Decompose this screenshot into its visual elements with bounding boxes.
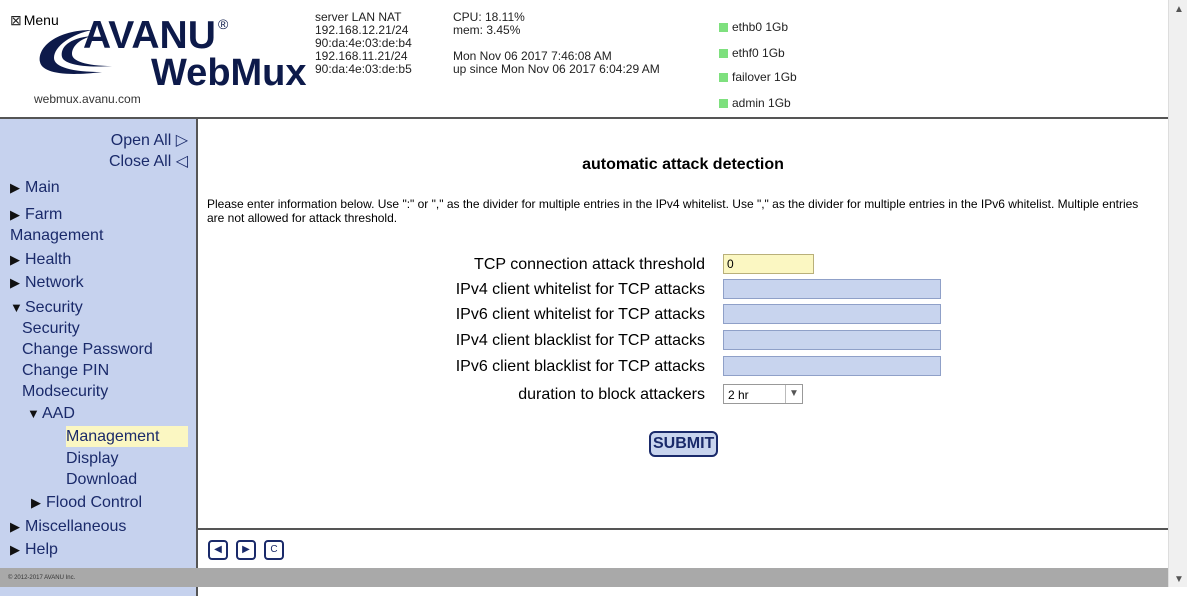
status-led-icon <box>719 72 728 82</box>
page-description: Please enter information below. Use ":" … <box>207 197 1139 225</box>
logo-registered-mark: ® <box>218 16 229 32</box>
duration-row: duration to block attackers 2 hr ▼ <box>198 384 1168 406</box>
ipv4-whitelist-input[interactable] <box>723 279 941 299</box>
close-all-link[interactable]: Close All ◁ <box>109 151 188 171</box>
expand-triangle-icon: ▶ <box>10 542 20 557</box>
chevron-down-icon[interactable]: ▼ <box>785 385 802 403</box>
checkbox-x-icon[interactable]: ⊠ <box>10 12 22 28</box>
collapse-triangle-icon: ▼ <box>27 406 40 421</box>
main-content: automatic attack detection Please enter … <box>198 119 1168 528</box>
bottom-nav-bar: ◀ ▶ C <box>198 528 1168 568</box>
threshold-label: TCP connection attack threshold <box>474 256 705 273</box>
threshold-row: TCP connection attack threshold <box>198 254 1168 276</box>
ipv4-blacklist-label: IPv4 client blacklist for TCP attacks <box>455 332 705 349</box>
sidebar-item-main[interactable]: ▶ Main <box>10 177 190 198</box>
sidebar-item-farm-management: Management <box>10 227 104 244</box>
expand-triangle-icon: ▶ <box>10 180 20 195</box>
ipv6-whitelist-label: IPv6 client whitelist for TCP attacks <box>455 306 705 323</box>
ipv6-whitelist-row: IPv6 client whitelist for TCP attacks <box>198 304 1168 326</box>
sidebar: Open All ▷ Close All ◁ ▶ Main ▶ Farm Manag… <box>0 119 198 596</box>
expand-triangle-icon: ▶ <box>10 252 20 267</box>
sidebar-subitem-security[interactable]: Security <box>22 318 80 339</box>
sidebar-subitem-change-password[interactable]: Change Password <box>22 339 153 360</box>
sidebar-item-miscellaneous[interactable]: ▶ Miscellaneous <box>10 516 190 537</box>
ipv6-blacklist-label: IPv6 client blacklist for TCP attacks <box>455 358 705 375</box>
ipv4-blacklist-input[interactable] <box>723 330 941 350</box>
ipv4-whitelist-row: IPv4 client whitelist for TCP attacks <box>198 279 1168 301</box>
header: ⊠ Menu AVANU ® WebMux webmux.avanu.com s… <box>0 0 1168 119</box>
duration-value: 2 hr <box>728 388 749 402</box>
status-led-icon <box>719 48 728 58</box>
expand-triangle-icon: ▶ <box>10 519 20 534</box>
interface-label: failover 1Gb <box>732 70 797 84</box>
sidebar-subitem-change-pin[interactable]: Change PIN <box>22 360 109 381</box>
expand-triangle-icon: ▶ <box>10 275 20 290</box>
collapse-triangle-icon: ▼ <box>10 300 23 315</box>
sidebar-item-farm[interactable]: ▶ Farm Management <box>10 204 190 246</box>
refresh-icon[interactable]: C <box>264 540 284 560</box>
interface-label: admin 1Gb <box>732 96 791 110</box>
ipv4-blacklist-row: IPv4 client blacklist for TCP attacks <box>198 330 1168 352</box>
interface-ethb0: ethb0 1Gb <box>719 20 788 34</box>
logo-product: WebMux <box>151 52 307 94</box>
interface-ethf0: ethf0 1Gb <box>719 46 785 60</box>
interface-admin: admin 1Gb <box>719 96 791 110</box>
sidebar-subitem-aad[interactable]: ▼ AAD <box>27 403 75 424</box>
ipv4-whitelist-label: IPv4 client whitelist for TCP attacks <box>455 281 705 298</box>
copyright-text: © 2012-2017 AVANU Inc. <box>8 575 76 581</box>
sidebar-subitem-modsecurity[interactable]: Modsecurity <box>22 381 108 402</box>
interface-label: ethf0 1Gb <box>732 46 785 60</box>
sidebar-subitem-aad-download[interactable]: Download <box>66 469 137 490</box>
duration-label: duration to block attackers <box>518 386 705 403</box>
back-arrow-icon[interactable]: ◀ <box>208 540 228 560</box>
threshold-input[interactable] <box>723 254 814 274</box>
footer: © 2012-2017 AVANU Inc. <box>0 568 1168 587</box>
vertical-scrollbar[interactable]: ▲ ▼ <box>1168 0 1187 587</box>
interface-failover: failover 1Gb <box>719 70 797 84</box>
sidebar-item-health[interactable]: ▶ Health <box>10 249 190 270</box>
duration-select[interactable]: 2 hr ▼ <box>723 384 803 404</box>
sidebar-item-network[interactable]: ▶ Network <box>10 272 190 293</box>
submit-button[interactable]: SUBMIT <box>649 431 719 457</box>
sidebar-subitem-aad-management[interactable]: Management <box>66 426 188 447</box>
sidebar-item-help[interactable]: ▶ Help <box>10 539 190 560</box>
sidebar-subitem-flood-control[interactable]: ▶ Flood Control <box>31 492 142 513</box>
network-info: server LAN NAT 192.168.12.21/24 90:da:4e… <box>315 10 412 76</box>
status-led-icon <box>719 22 728 32</box>
ipv6-blacklist-row: IPv6 client blacklist for TCP attacks <box>198 356 1168 378</box>
ipv6-whitelist-input[interactable] <box>723 304 941 324</box>
system-info: CPU: 18.11% mem: 3.45% Mon Nov 06 2017 7… <box>453 10 660 76</box>
logo-url: webmux.avanu.com <box>34 92 141 106</box>
scroll-up-icon[interactable]: ▲ <box>1174 4 1184 15</box>
status-led-icon <box>719 98 728 108</box>
expand-triangle-icon: ▶ <box>10 207 20 222</box>
forward-arrow-icon[interactable]: ▶ <box>236 540 256 560</box>
expand-triangle-icon: ▶ <box>31 495 41 510</box>
scroll-down-icon[interactable]: ▼ <box>1174 574 1184 585</box>
open-all-link[interactable]: Open All ▷ <box>111 130 188 150</box>
page-title: automatic attack detection <box>582 156 784 173</box>
ipv6-blacklist-input[interactable] <box>723 356 941 376</box>
sidebar-subitem-aad-display[interactable]: Display <box>66 448 118 469</box>
sidebar-item-security[interactable]: ▼ Security <box>10 297 190 318</box>
interface-label: ethb0 1Gb <box>732 20 789 34</box>
